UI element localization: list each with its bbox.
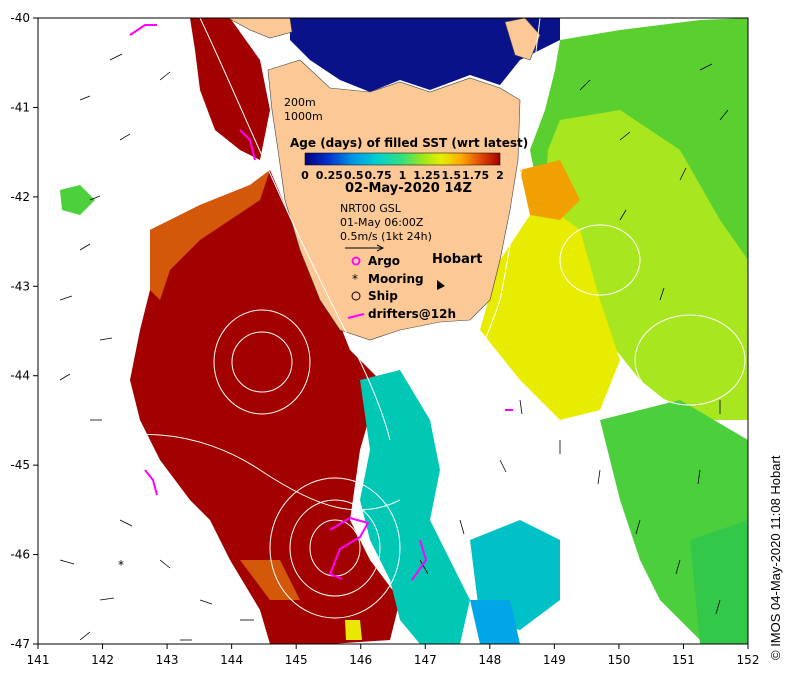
- mooring-marker: *: [118, 558, 124, 572]
- x-tick-label: 147: [414, 653, 437, 667]
- current-source: NRT00 GSL: [340, 202, 402, 215]
- y-tick-label: -41: [10, 100, 30, 114]
- depth-200-label: 200m: [284, 96, 316, 109]
- depth-1000-label: 1000m: [284, 110, 323, 123]
- y-tick-label: -40: [10, 11, 30, 25]
- mooring-legend-icon: *: [352, 272, 358, 286]
- x-tick-label: 149: [543, 653, 566, 667]
- y-axis: -40 -41 -42 -43 -44 -45 -46 -47: [10, 11, 38, 651]
- mooring-legend-label: Mooring: [368, 272, 424, 286]
- colorbar-tick-label: 0.25: [316, 169, 343, 182]
- y-tick-label: -43: [10, 279, 30, 293]
- x-tick-label: 151: [672, 653, 695, 667]
- x-tick-label: 141: [27, 653, 50, 667]
- x-tick-label: 152: [737, 653, 760, 667]
- y-tick-label: -44: [10, 369, 30, 383]
- colorbar-tick-label: 0: [301, 169, 309, 182]
- vector-scale: 0.5m/s (1kt 24h): [340, 230, 432, 243]
- sst-map: * 141 142 143 144 145 146 147 148 149 150 151 152 -…: [10, 11, 760, 667]
- x-tick-label: 143: [156, 653, 179, 667]
- map-date: 02-May-2020 14Z: [345, 181, 472, 196]
- x-tick-label: 145: [285, 653, 308, 667]
- drifter-legend-label: drifters@12h: [368, 307, 456, 321]
- x-tick-label: 144: [220, 653, 243, 667]
- x-tick-label: 142: [91, 653, 114, 667]
- y-tick-label: -46: [10, 548, 30, 562]
- x-axis: 141 142 143 144 145 146 147 148 149 150 151 152: [27, 644, 760, 667]
- y-tick-label: -45: [10, 458, 30, 472]
- colorbar-title: Age (days) of filled SST (wrt latest): [290, 136, 528, 150]
- y-tick-label: -47: [10, 637, 30, 651]
- hobart-label: Hobart: [432, 252, 483, 267]
- colorbar-tick-label: 2: [496, 169, 504, 182]
- sst-region-yellow-south: [345, 620, 362, 640]
- y-tick-label: -42: [10, 190, 30, 204]
- x-tick-label: 150: [607, 653, 630, 667]
- ship-legend-label: Ship: [368, 289, 398, 303]
- current-time: 01-May 06:00Z: [340, 216, 424, 229]
- sst-region-green-lower: [690, 520, 748, 644]
- colorbar: [304, 152, 501, 166]
- imos-credit: © IMOS 04-May-2020 11:08 Hobart: [768, 455, 783, 660]
- x-tick-label: 148: [478, 653, 501, 667]
- argo-legend-label: Argo: [368, 254, 400, 268]
- x-tick-label: 146: [349, 653, 372, 667]
